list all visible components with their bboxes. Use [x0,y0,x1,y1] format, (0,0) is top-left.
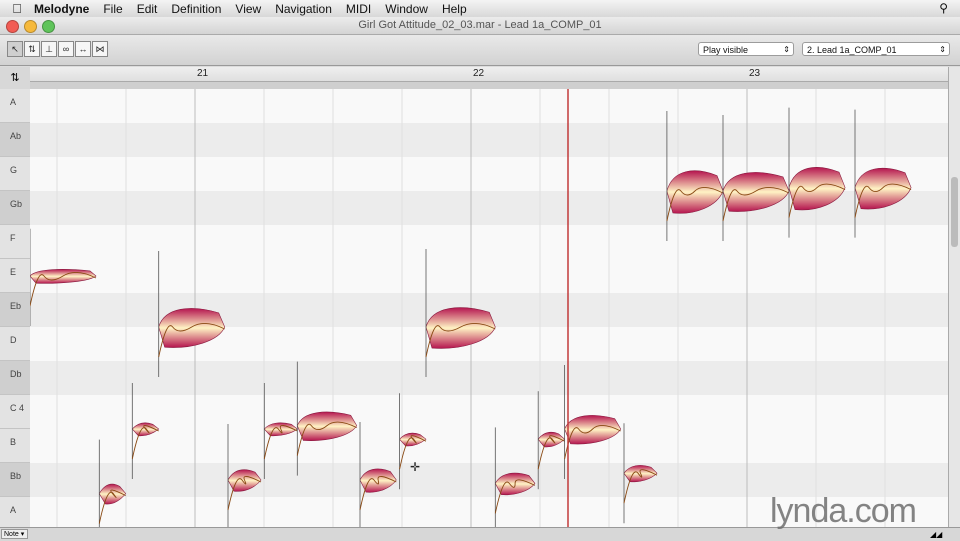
pitch-key-label: C 4 [0,395,30,429]
menu-navigation[interactable]: Navigation [275,2,332,16]
bar-number: 23 [749,68,761,79]
scroll-thumb[interactable] [951,177,958,247]
toolbar: ↖ ⇅ ⊥ ∞ ↔ ⋈ Play visible ⇕ 2. Lead 1a_CO… [0,35,960,66]
pitch-key-label: A [0,497,30,531]
note-editor[interactable]: ✛ [30,89,948,527]
menu-midi[interactable]: MIDI [346,2,371,16]
bar-number: 21 [197,68,209,79]
pitch-ruler[interactable]: A Ab G Gb F E Eb D Db C 4 B Bb A [0,89,31,531]
scale-toggle-icon[interactable]: ⇅ [0,67,31,90]
pitch-key-label: E [0,259,30,293]
pointer-tool-icon[interactable]: ↖ [7,41,23,57]
menu-definition[interactable]: Definition [171,2,221,16]
pitch-row [30,259,948,293]
spotlight-search-icon[interactable]: ⚲ [939,1,948,15]
pitch-row [30,89,948,123]
playback-mode-select[interactable]: Play visible ⇕ [698,42,794,56]
pitch-row [30,395,948,429]
menu-window[interactable]: Window [385,2,428,16]
note-editor-canvas[interactable]: ✛ [30,89,948,527]
pitch-row [30,225,948,259]
menu-file[interactable]: File [103,2,122,16]
pitch-key-label: Db [0,361,30,395]
menu-help[interactable]: Help [442,2,467,16]
pitch-row [30,429,948,463]
playback-mode-value: Play visible [703,45,749,55]
pitch-key-label: D [0,327,30,361]
time-tool-icon[interactable]: ↔ [75,41,91,57]
pitch-row [30,361,948,395]
vertical-scrollbar[interactable] [948,67,960,527]
cursor-icon: ✛ [410,460,420,474]
track-select-value: 2. Lead 1a_COMP_01 [807,45,897,55]
select-arrows-icon: ⇕ [939,45,946,54]
time-ruler[interactable]: 21 22 23 [30,67,948,90]
window-titlebar: Girl Got Attitude_02_03.mar - Lead 1a_CO… [0,17,960,35]
note-assignment-button[interactable]: Note ▾ [1,529,28,539]
pitch-key-label: A [0,89,30,123]
pitch-key-label: Bb [0,463,30,497]
formant-tool-icon[interactable]: ⊥ [41,41,57,57]
note-button-label: Note [4,531,19,538]
pitch-key-label: G [0,157,30,191]
pitch-row [30,123,948,157]
lynda-watermark: lynda.com [770,492,917,530]
amplitude-tool-icon[interactable]: ∞ [58,41,74,57]
zoom-icon[interactable]: ◢◢ [930,530,942,539]
bar-number: 22 [473,68,485,79]
window-title: Girl Got Attitude_02_03.mar - Lead 1a_CO… [358,19,602,31]
pitch-key-label: Eb [0,293,30,327]
pitch-key-label: Ab [0,123,30,157]
pitch-key-label: B [0,429,30,463]
menu-edit[interactable]: Edit [137,2,158,16]
pitch-key-label: F [0,225,30,259]
menu-view[interactable]: View [235,2,261,16]
select-arrows-icon: ⇕ [783,45,790,54]
menu-app-name[interactable]: Melodyne [34,2,89,16]
separation-tool-icon[interactable]: ⋈ [92,41,108,57]
pitch-tool-icon[interactable]: ⇅ [24,41,40,57]
pitch-key-label: Gb [0,191,30,225]
track-select[interactable]: 2. Lead 1a_COMP_01 ⇕ [802,42,950,56]
menu-bar:  Melodyne File Edit Definition View Nav… [0,0,960,18]
apple-icon[interactable]:  [0,1,34,16]
